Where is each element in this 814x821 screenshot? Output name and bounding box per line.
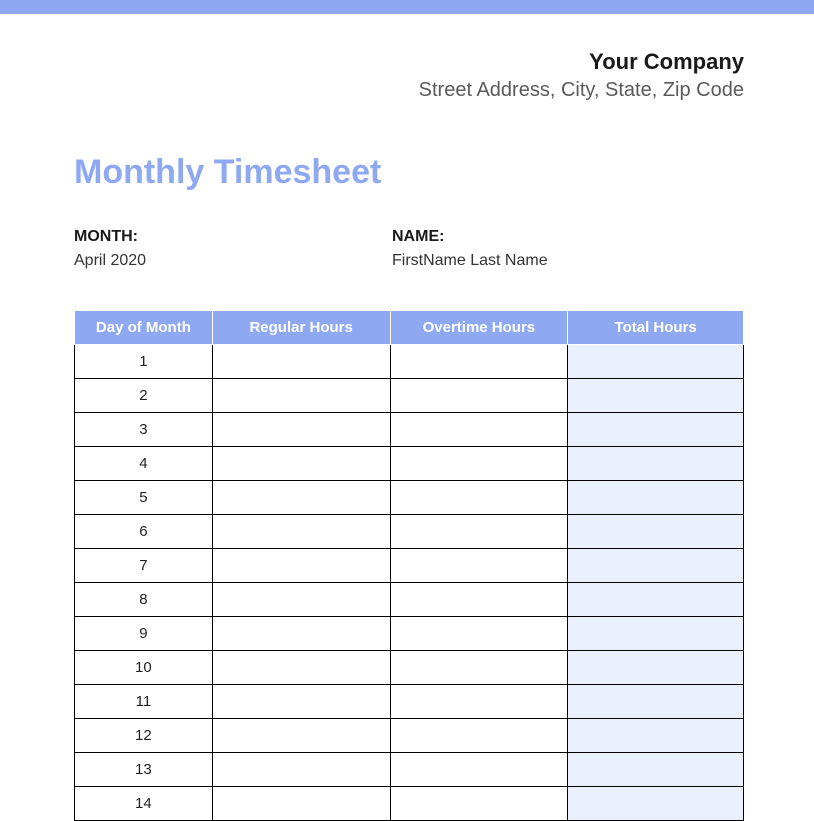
col-regular: Regular Hours bbox=[212, 310, 390, 344]
cell-total bbox=[568, 412, 744, 446]
cell-day: 10 bbox=[75, 650, 213, 684]
cell-total bbox=[568, 378, 744, 412]
col-overtime: Overtime Hours bbox=[390, 310, 568, 344]
month-label: MONTH: bbox=[74, 228, 392, 246]
cell-total bbox=[568, 548, 744, 582]
cell-overtime[interactable] bbox=[390, 616, 568, 650]
table-row: 11 bbox=[75, 684, 744, 718]
cell-regular[interactable] bbox=[212, 412, 390, 446]
cell-day: 3 bbox=[75, 412, 213, 446]
meta-name: NAME: FirstName Last Name bbox=[392, 228, 710, 270]
cell-regular[interactable] bbox=[212, 616, 390, 650]
cell-overtime[interactable] bbox=[390, 786, 568, 820]
cell-overtime[interactable] bbox=[390, 718, 568, 752]
table-row: 4 bbox=[75, 446, 744, 480]
cell-total bbox=[568, 446, 744, 480]
cell-regular[interactable] bbox=[212, 684, 390, 718]
table-row: 10 bbox=[75, 650, 744, 684]
table-row: 5 bbox=[75, 480, 744, 514]
cell-day: 8 bbox=[75, 582, 213, 616]
cell-overtime[interactable] bbox=[390, 446, 568, 480]
cell-total bbox=[568, 684, 744, 718]
cell-total bbox=[568, 786, 744, 820]
page-title: Monthly Timesheet bbox=[74, 153, 744, 192]
table-row: 9 bbox=[75, 616, 744, 650]
cell-total bbox=[568, 480, 744, 514]
cell-total bbox=[568, 718, 744, 752]
name-value: FirstName Last Name bbox=[392, 252, 710, 270]
cell-overtime[interactable] bbox=[390, 344, 568, 378]
table-row: 3 bbox=[75, 412, 744, 446]
cell-regular[interactable] bbox=[212, 344, 390, 378]
table-row: 6 bbox=[75, 514, 744, 548]
cell-overtime[interactable] bbox=[390, 548, 568, 582]
cell-day: 6 bbox=[75, 514, 213, 548]
company-name: Your Company bbox=[74, 48, 744, 77]
cell-total bbox=[568, 752, 744, 786]
cell-regular[interactable] bbox=[212, 446, 390, 480]
table-row: 1 bbox=[75, 344, 744, 378]
cell-day: 14 bbox=[75, 786, 213, 820]
month-value: April 2020 bbox=[74, 252, 392, 270]
cell-day: 13 bbox=[75, 752, 213, 786]
table-row: 13 bbox=[75, 752, 744, 786]
table-row: 2 bbox=[75, 378, 744, 412]
company-block: Your Company Street Address, City, State… bbox=[74, 48, 744, 103]
cell-total bbox=[568, 344, 744, 378]
cell-day: 9 bbox=[75, 616, 213, 650]
cell-day: 2 bbox=[75, 378, 213, 412]
cell-day: 11 bbox=[75, 684, 213, 718]
page-content: Your Company Street Address, City, State… bbox=[0, 14, 814, 821]
name-label: NAME: bbox=[392, 228, 710, 246]
cell-day: 5 bbox=[75, 480, 213, 514]
table-row: 7 bbox=[75, 548, 744, 582]
cell-overtime[interactable] bbox=[390, 684, 568, 718]
cell-overtime[interactable] bbox=[390, 412, 568, 446]
cell-regular[interactable] bbox=[212, 548, 390, 582]
col-total: Total Hours bbox=[568, 310, 744, 344]
table-row: 12 bbox=[75, 718, 744, 752]
cell-regular[interactable] bbox=[212, 786, 390, 820]
cell-overtime[interactable] bbox=[390, 378, 568, 412]
cell-regular[interactable] bbox=[212, 752, 390, 786]
cell-regular[interactable] bbox=[212, 514, 390, 548]
cell-overtime[interactable] bbox=[390, 650, 568, 684]
cell-day: 7 bbox=[75, 548, 213, 582]
table-row: 8 bbox=[75, 582, 744, 616]
cell-total bbox=[568, 650, 744, 684]
cell-regular[interactable] bbox=[212, 582, 390, 616]
top-accent-bar bbox=[0, 0, 814, 14]
cell-day: 12 bbox=[75, 718, 213, 752]
col-day: Day of Month bbox=[75, 310, 213, 344]
cell-day: 4 bbox=[75, 446, 213, 480]
cell-regular[interactable] bbox=[212, 480, 390, 514]
cell-overtime[interactable] bbox=[390, 480, 568, 514]
timesheet-table: Day of Month Regular Hours Overtime Hour… bbox=[74, 310, 744, 821]
cell-total bbox=[568, 514, 744, 548]
cell-day: 1 bbox=[75, 344, 213, 378]
table-row: 14 bbox=[75, 786, 744, 820]
table-header-row: Day of Month Regular Hours Overtime Hour… bbox=[75, 310, 744, 344]
cell-overtime[interactable] bbox=[390, 752, 568, 786]
cell-overtime[interactable] bbox=[390, 514, 568, 548]
cell-total bbox=[568, 582, 744, 616]
cell-total bbox=[568, 616, 744, 650]
cell-regular[interactable] bbox=[212, 650, 390, 684]
meta-month: MONTH: April 2020 bbox=[74, 228, 392, 270]
cell-regular[interactable] bbox=[212, 378, 390, 412]
meta-row: MONTH: April 2020 NAME: FirstName Last N… bbox=[74, 228, 744, 270]
company-address: Street Address, City, State, Zip Code bbox=[74, 77, 744, 103]
cell-overtime[interactable] bbox=[390, 582, 568, 616]
cell-regular[interactable] bbox=[212, 718, 390, 752]
